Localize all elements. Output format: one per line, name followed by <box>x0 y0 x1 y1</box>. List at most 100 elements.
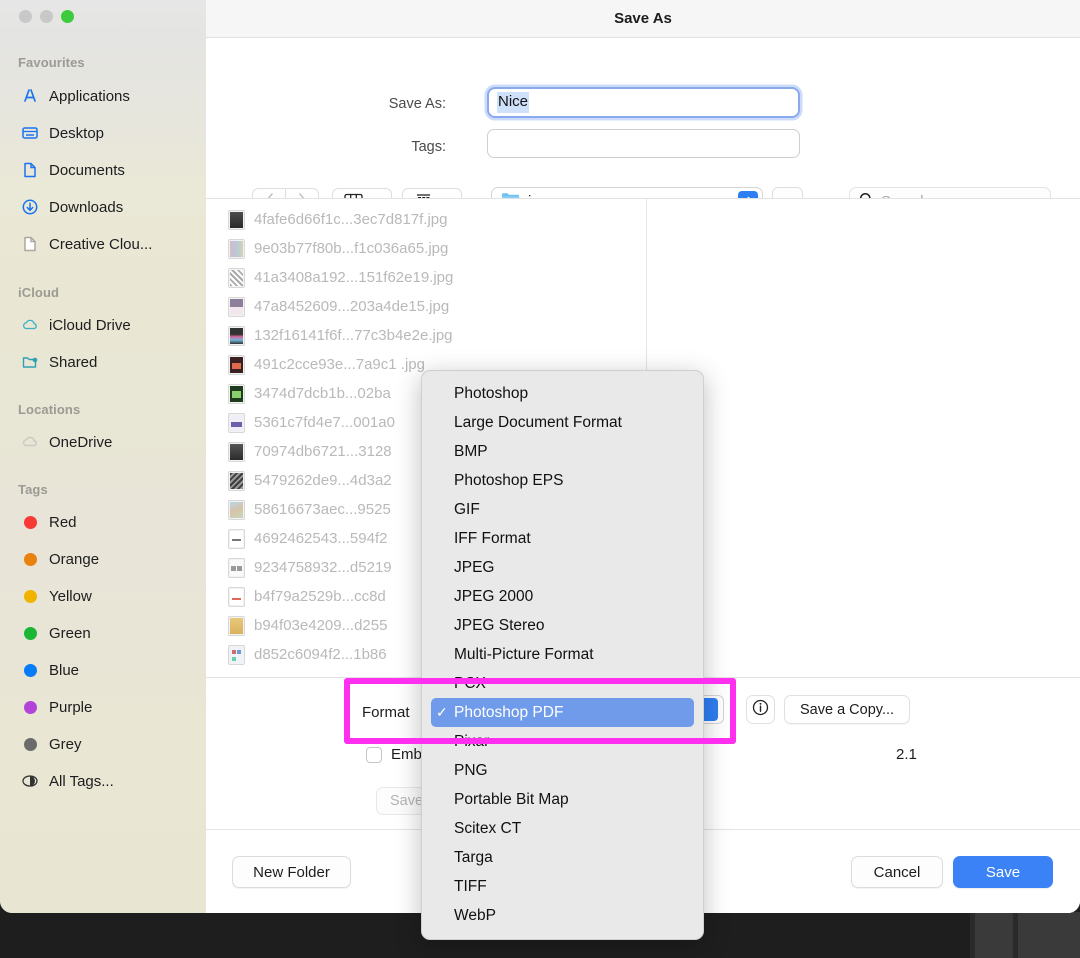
save-as-field-label: Save As: <box>388 96 446 112</box>
menu-item-label: PNG <box>454 761 488 779</box>
menu-item-iff-format[interactable]: IFF Format <box>422 524 703 553</box>
sidebar-item-onedrive[interactable]: OneDrive <box>14 428 202 456</box>
sidebar-item-tag-blue[interactable]: Blue <box>14 656 202 684</box>
file-list-item[interactable]: 132f16141f6f...77c3b4e2e.jpg <box>206 321 646 350</box>
file-list-item[interactable]: 9e03b77f80b...f1c036a65.jpg <box>206 234 646 263</box>
file-list-item[interactable]: 41a3408a192...151f62e19.jpg <box>206 263 646 292</box>
file-thumbnail-icon <box>228 354 245 375</box>
sidebar-item-label: Yellow <box>49 587 92 605</box>
embed-checkbox[interactable] <box>366 746 382 763</box>
menu-item-multi-picture-format[interactable]: Multi-Picture Format <box>422 640 703 669</box>
file-name: 132f16141f6f...77c3b4e2e.jpg <box>254 327 453 344</box>
file-name: 5479262de9...4d3a2 <box>254 472 392 489</box>
maximize-button-icon[interactable] <box>61 10 74 23</box>
menu-item-tiff[interactable]: TIFF <box>422 872 703 901</box>
sidebar-item-tag-red[interactable]: Red <box>14 508 202 536</box>
sidebar-item-label: Creative Clou... <box>49 235 153 253</box>
version-text: 2.1 <box>896 746 917 763</box>
sidebar-item-tag-green[interactable]: Green <box>14 619 202 647</box>
file-name: 70974db6721...3128 <box>254 443 392 460</box>
minimize-button-icon[interactable] <box>40 10 53 23</box>
menu-item-portable-bit-map[interactable]: Portable Bit Map <box>422 785 703 814</box>
sidebar-heading-locations: Locations <box>18 402 81 417</box>
menu-item-bmp[interactable]: BMP <box>422 437 703 466</box>
sidebar-item-creative-cloud[interactable]: Creative Clou... <box>14 230 202 258</box>
menu-item-jpeg-stereo[interactable]: JPEG Stereo <box>422 611 703 640</box>
file-thumbnail-icon <box>228 412 245 433</box>
menu-item-label: PCX <box>454 674 486 692</box>
sidebar-item-tag-yellow[interactable]: Yellow <box>14 582 202 610</box>
tag-dot-icon <box>20 697 40 717</box>
menu-item-photoshop-eps[interactable]: Photoshop EPS <box>422 466 703 495</box>
sidebar-item-tag-purple[interactable]: Purple <box>14 693 202 721</box>
menu-item-label: Photoshop <box>454 384 529 402</box>
sidebar-item-label: Red <box>49 513 77 531</box>
file-thumbnail-icon <box>228 383 245 404</box>
embed-checkbox-row[interactable]: Emb <box>366 746 422 763</box>
sidebar-item-desktop[interactable]: Desktop <box>14 119 202 147</box>
file-name: 9e03b77f80b...f1c036a65.jpg <box>254 240 449 257</box>
menu-item-large-document-format[interactable]: Large Document Format <box>422 408 703 437</box>
format-dropdown-menu[interactable]: Photoshop Large Document Format BMP Phot… <box>421 370 704 940</box>
file-list-item[interactable]: 4fafe6d66f1c...3ec7d817f.jpg <box>206 205 646 234</box>
menu-item-gif[interactable]: GIF <box>422 495 703 524</box>
tag-dot-icon <box>20 512 40 532</box>
new-folder-label: New Folder <box>253 863 330 881</box>
menu-item-label: WebP <box>454 906 496 924</box>
save-button[interactable]: Save <box>953 856 1053 888</box>
sidebar-item-downloads[interactable]: Downloads <box>14 193 202 221</box>
file-thumbnail-icon <box>228 644 245 665</box>
sidebar-item-shared[interactable]: Shared <box>14 348 202 376</box>
sidebar-item-label: OneDrive <box>49 433 113 451</box>
close-button-icon[interactable] <box>19 10 32 23</box>
menu-item-jpeg[interactable]: JPEG <box>422 553 703 582</box>
menu-item-pcx[interactable]: PCX <box>422 669 703 698</box>
file-name: 3474d7dcb1b...02ba <box>254 385 391 402</box>
sidebar-item-icloud-drive[interactable]: iCloud Drive <box>14 311 202 339</box>
menu-item-png[interactable]: PNG <box>422 756 703 785</box>
window-controls[interactable] <box>19 10 74 23</box>
menu-item-label: BMP <box>454 442 488 460</box>
file-thumbnail-icon <box>228 325 245 346</box>
menu-item-scitex-ct[interactable]: Scitex CT <box>422 814 703 843</box>
sidebar-item-tag-grey[interactable]: Grey <box>14 730 202 758</box>
tags-input[interactable] <box>487 129 800 158</box>
menu-item-label: Photoshop PDF <box>454 703 564 721</box>
sidebar-item-applications[interactable]: Applications <box>14 82 202 110</box>
cancel-button[interactable]: Cancel <box>851 856 943 888</box>
sidebar-item-documents[interactable]: Documents <box>14 156 202 184</box>
save-a-copy-button[interactable]: Save a Copy... <box>784 695 911 724</box>
menu-item-photoshop-pdf[interactable]: ✓ Photoshop PDF <box>431 698 694 727</box>
save-form: Save As: Nice Tags: <box>206 38 1080 216</box>
desktop-icon <box>20 123 40 143</box>
menu-item-targa[interactable]: Targa <box>422 843 703 872</box>
save-as-input[interactable]: Nice <box>487 87 800 118</box>
file-name: b4f79a2529b...cc8d <box>254 588 386 605</box>
menu-item-webp[interactable]: WebP <box>422 901 703 930</box>
sidebar-item-label: Orange <box>49 550 100 568</box>
sidebar-item-tag-orange[interactable]: Orange <box>14 545 202 573</box>
file-thumbnail-icon <box>228 209 245 230</box>
file-icon <box>20 234 40 254</box>
save-label: Save <box>985 863 1021 881</box>
background-stripe <box>975 912 1013 958</box>
file-list-item[interactable]: 47a8452609...203a4de15.jpg <box>206 292 646 321</box>
sidebar-item-label: Desktop <box>49 124 105 142</box>
save-as-input-value: Nice <box>497 92 530 113</box>
file-thumbnail-icon <box>228 586 245 607</box>
sidebar-item-label: Downloads <box>49 198 124 216</box>
menu-item-label: JPEG <box>454 558 495 576</box>
menu-item-photoshop[interactable]: Photoshop <box>422 379 703 408</box>
info-button[interactable] <box>746 695 775 724</box>
sidebar-item-label: Shared <box>49 353 98 371</box>
file-thumbnail-icon <box>228 267 245 288</box>
file-name: 47a8452609...203a4de15.jpg <box>254 298 450 315</box>
file-name: 4fafe6d66f1c...3ec7d817f.jpg <box>254 211 448 228</box>
new-folder-button[interactable]: New Folder <box>232 856 351 888</box>
title-bar: Save As <box>206 0 1080 38</box>
menu-item-label: Scitex CT <box>454 819 522 837</box>
sidebar-item-all-tags[interactable]: All Tags... <box>14 767 202 795</box>
menu-item-pixar[interactable]: Pixar <box>422 727 703 756</box>
cloud-icon <box>20 315 40 335</box>
menu-item-jpeg-2000[interactable]: JPEG 2000 <box>422 582 703 611</box>
